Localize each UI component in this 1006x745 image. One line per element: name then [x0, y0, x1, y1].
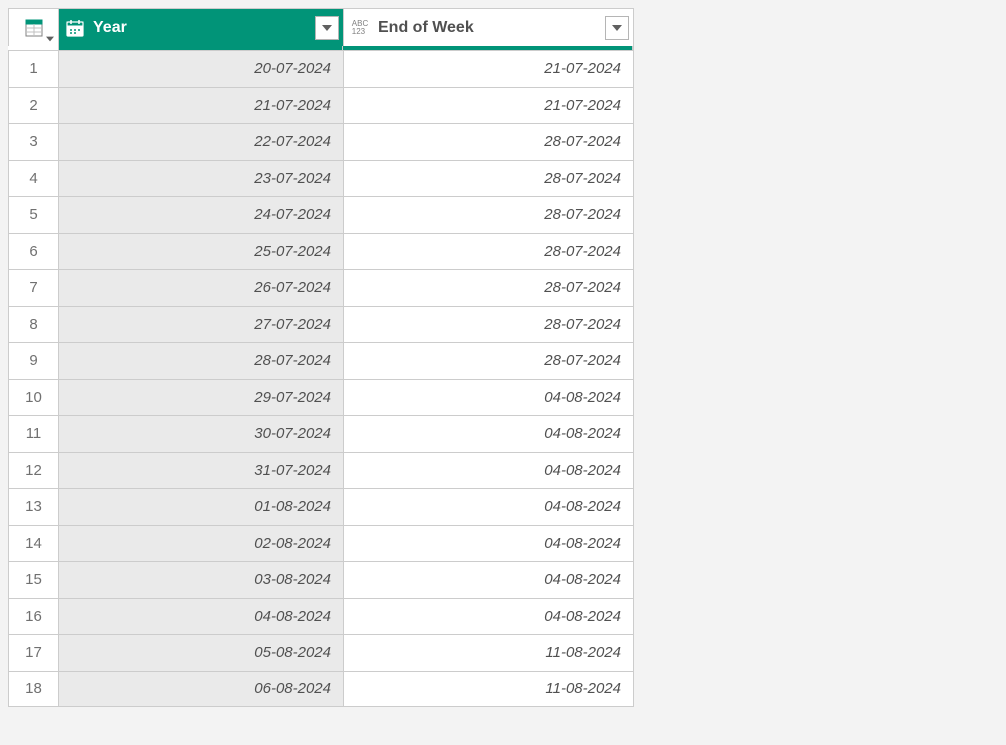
row-number[interactable]: 4 [8, 160, 58, 197]
cell-year[interactable]: 30-07-2024 [58, 415, 343, 452]
column-header-year[interactable]: Year [58, 8, 343, 46]
column-filter-year[interactable] [315, 16, 339, 40]
table-row[interactable]: 1705-08-202411-08-2024 [8, 634, 633, 671]
cell-year[interactable]: 04-08-2024 [58, 598, 343, 635]
row-number[interactable]: 12 [8, 452, 58, 489]
data-preview-grid: Year ABC123 End of Week 120-07-202421-07… [8, 8, 634, 707]
cell-end-of-week[interactable]: 28-07-2024 [343, 233, 633, 270]
column-header-end-of-week[interactable]: ABC123 End of Week [343, 8, 633, 46]
cell-end-of-week[interactable]: 21-07-2024 [343, 50, 633, 87]
row-number[interactable]: 5 [8, 196, 58, 233]
chevron-down-icon [322, 23, 332, 33]
cell-year[interactable]: 31-07-2024 [58, 452, 343, 489]
cell-end-of-week[interactable]: 04-08-2024 [343, 452, 633, 489]
cell-end-of-week[interactable]: 04-08-2024 [343, 598, 633, 635]
column-filter-end-of-week[interactable] [605, 16, 629, 40]
select-all-corner[interactable] [8, 8, 58, 46]
table-menu-dropdown-icon[interactable] [46, 35, 54, 43]
table-row[interactable]: 322-07-202428-07-2024 [8, 123, 633, 160]
column-header-row: Year ABC123 End of Week [8, 8, 633, 46]
cell-end-of-week[interactable]: 28-07-2024 [343, 123, 633, 160]
row-number[interactable]: 14 [8, 525, 58, 562]
row-number[interactable]: 13 [8, 488, 58, 525]
table-row[interactable]: 928-07-202428-07-2024 [8, 342, 633, 379]
row-number[interactable]: 11 [8, 415, 58, 452]
cell-year[interactable]: 27-07-2024 [58, 306, 343, 343]
row-number[interactable]: 17 [8, 634, 58, 671]
cell-year[interactable]: 05-08-2024 [58, 634, 343, 671]
row-number[interactable]: 1 [8, 50, 58, 87]
row-number[interactable]: 18 [8, 671, 58, 708]
chevron-down-icon [612, 23, 622, 33]
any-type-icon[interactable]: ABC123 [344, 20, 376, 36]
cell-year[interactable]: 01-08-2024 [58, 488, 343, 525]
table-row[interactable]: 1231-07-202404-08-2024 [8, 452, 633, 489]
table-row[interactable]: 1130-07-202404-08-2024 [8, 415, 633, 452]
table-row[interactable]: 221-07-202421-07-2024 [8, 87, 633, 124]
row-number[interactable]: 8 [8, 306, 58, 343]
cell-end-of-week[interactable]: 04-08-2024 [343, 415, 633, 452]
table-row[interactable]: 1402-08-202404-08-2024 [8, 525, 633, 562]
table-row[interactable]: 625-07-202428-07-2024 [8, 233, 633, 270]
column-name-end-of-week: End of Week [376, 19, 605, 37]
cell-end-of-week[interactable]: 04-08-2024 [343, 561, 633, 598]
row-number[interactable]: 9 [8, 342, 58, 379]
row-number[interactable]: 7 [8, 269, 58, 306]
cell-end-of-week[interactable]: 28-07-2024 [343, 269, 633, 306]
row-number[interactable]: 2 [8, 87, 58, 124]
cell-year[interactable]: 25-07-2024 [58, 233, 343, 270]
table-row[interactable]: 1503-08-202404-08-2024 [8, 561, 633, 598]
table-row[interactable]: 1604-08-202404-08-2024 [8, 598, 633, 635]
cell-end-of-week[interactable]: 04-08-2024 [343, 379, 633, 416]
cell-year[interactable]: 26-07-2024 [58, 269, 343, 306]
table-row[interactable]: 1806-08-202411-08-2024 [8, 671, 633, 708]
table-row[interactable]: 827-07-202428-07-2024 [8, 306, 633, 343]
table-row[interactable]: 726-07-202428-07-2024 [8, 269, 633, 306]
table-row[interactable]: 120-07-202421-07-2024 [8, 50, 633, 87]
row-number[interactable]: 6 [8, 233, 58, 270]
table-row[interactable]: 1029-07-202404-08-2024 [8, 379, 633, 416]
cell-year[interactable]: 20-07-2024 [58, 50, 343, 87]
cell-year[interactable]: 06-08-2024 [58, 671, 343, 708]
table-icon [25, 19, 43, 37]
cell-end-of-week[interactable]: 11-08-2024 [343, 671, 633, 708]
cell-year[interactable]: 02-08-2024 [58, 525, 343, 562]
cell-year[interactable]: 28-07-2024 [58, 342, 343, 379]
row-number[interactable]: 16 [8, 598, 58, 635]
table-row[interactable]: 1301-08-202404-08-2024 [8, 488, 633, 525]
row-number[interactable]: 3 [8, 123, 58, 160]
cell-year[interactable]: 23-07-2024 [58, 160, 343, 197]
cell-end-of-week[interactable]: 04-08-2024 [343, 488, 633, 525]
cell-year[interactable]: 21-07-2024 [58, 87, 343, 124]
cell-end-of-week[interactable]: 28-07-2024 [343, 306, 633, 343]
cell-year[interactable]: 22-07-2024 [58, 123, 343, 160]
table-row[interactable]: 524-07-202428-07-2024 [8, 196, 633, 233]
row-number[interactable]: 10 [8, 379, 58, 416]
cell-year[interactable]: 03-08-2024 [58, 561, 343, 598]
cell-end-of-week[interactable]: 28-07-2024 [343, 160, 633, 197]
cell-end-of-week[interactable]: 28-07-2024 [343, 196, 633, 233]
cell-end-of-week[interactable]: 04-08-2024 [343, 525, 633, 562]
cell-end-of-week[interactable]: 21-07-2024 [343, 87, 633, 124]
date-type-icon[interactable] [59, 18, 91, 38]
cell-end-of-week[interactable]: 28-07-2024 [343, 342, 633, 379]
cell-year[interactable]: 29-07-2024 [58, 379, 343, 416]
row-number[interactable]: 15 [8, 561, 58, 598]
column-name-year: Year [91, 19, 315, 37]
table-row[interactable]: 423-07-202428-07-2024 [8, 160, 633, 197]
cell-year[interactable]: 24-07-2024 [58, 196, 343, 233]
cell-end-of-week[interactable]: 11-08-2024 [343, 634, 633, 671]
